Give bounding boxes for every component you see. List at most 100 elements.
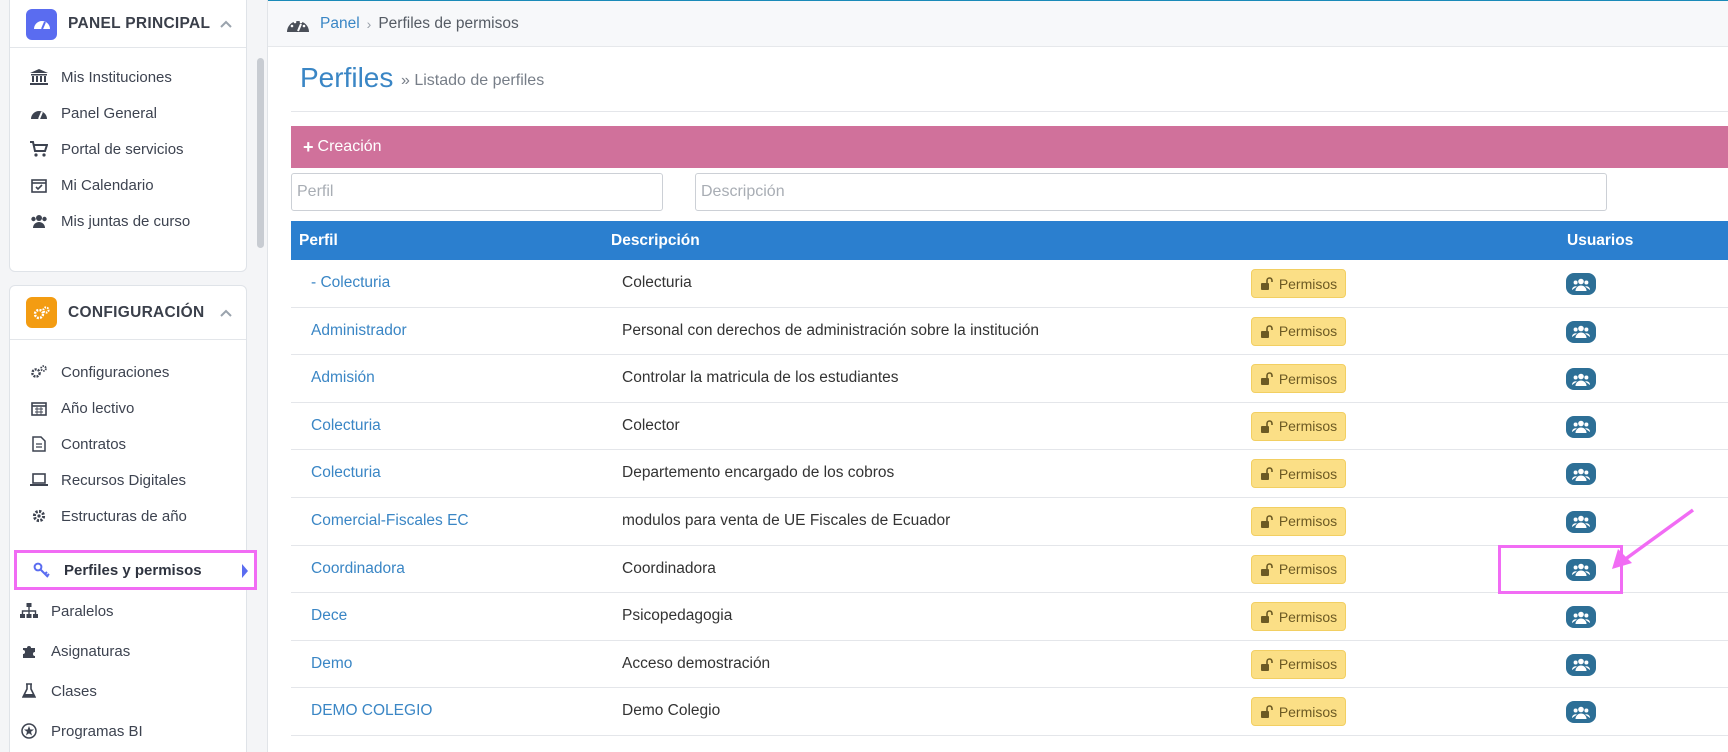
permisos-button[interactable]: Permisos (1251, 554, 1346, 584)
breadcrumb-home-link[interactable]: Panel (320, 15, 360, 33)
sidebar-item-label: Programas BI (51, 722, 143, 740)
sidebar-item-label: Mis juntas de curso (61, 212, 191, 230)
permisos-button[interactable]: Permisos (1251, 411, 1346, 441)
usuarios-button[interactable] (1566, 463, 1596, 486)
sidebar-item-portal-servicios[interactable]: Portal de servicios (28, 129, 184, 169)
permisos-button[interactable]: Permisos (1251, 649, 1346, 679)
sidebar-item-paralelos[interactable]: Paralelos (18, 591, 114, 631)
perfil-link[interactable]: Dece (311, 607, 347, 625)
perfil-link[interactable]: Comercial-Fiscales EC (311, 512, 469, 530)
sidebar-item-asignaturas[interactable]: Asignaturas (18, 631, 130, 671)
panel-principal-title: PANEL PRINCIPAL (68, 15, 211, 32)
sidebar-item-recursos-digitales[interactable]: Recursos Digitales (28, 460, 186, 500)
sidebar-item-panel-general[interactable]: Panel General (28, 93, 157, 133)
panel-principal-header[interactable]: PANEL PRINCIPAL (10, 1, 246, 48)
sidebar-item-contratos[interactable]: Contratos (28, 424, 126, 464)
dashboard-icon (28, 104, 50, 122)
permisos-button[interactable]: Permisos (1251, 459, 1346, 489)
table-header: Perfil Descripción Usuarios (291, 221, 1728, 260)
page-title: Perfiles (300, 62, 394, 93)
perfil-input[interactable] (291, 173, 663, 211)
users-icon (1572, 611, 1590, 624)
permisos-label: Permisos (1278, 656, 1338, 673)
sidebar-item-label: Perfiles y permisos (64, 561, 202, 579)
gear-icon (28, 507, 50, 525)
usuarios-button[interactable] (1566, 415, 1596, 438)
gears-badge-icon (26, 297, 57, 328)
users-icon (1572, 325, 1590, 339)
usuarios-button[interactable] (1566, 320, 1596, 343)
flask-icon (18, 682, 40, 700)
permisos-button[interactable]: Permisos (1251, 697, 1346, 727)
usuarios-button[interactable] (1566, 558, 1596, 581)
users-icon (1572, 658, 1590, 672)
sidebar-item-label: Año lectivo (61, 399, 135, 417)
perfil-link[interactable]: Admisión (311, 369, 375, 387)
configuracion-header[interactable]: CONFIGURACIÓN (10, 286, 246, 340)
perfil-link[interactable]: Administrador (311, 322, 407, 340)
perfil-link[interactable]: - Colecturia (311, 274, 390, 292)
permisos-button[interactable]: Permisos (1251, 364, 1346, 394)
sidebar-item-clases[interactable]: Clases (18, 671, 97, 711)
descripcion-input[interactable] (695, 173, 1607, 211)
main-content: Panel › Perfiles de permisos Perfiles » … (268, 0, 1728, 752)
sidebar-item-programas-bi[interactable]: Programas BI (18, 711, 143, 751)
sidebar-item-configuraciones[interactable]: Configuraciones (28, 352, 169, 392)
unlock-icon (1260, 562, 1273, 576)
breadcrumb-separator: › (366, 15, 372, 32)
permisos-button[interactable]: Permisos (1251, 316, 1346, 346)
unlock-icon (1260, 372, 1273, 386)
users-icon (1572, 468, 1590, 481)
title-divider (291, 111, 1728, 112)
institution-icon (28, 68, 50, 86)
table-row: Admisión Controlar la matricula de los es… (291, 355, 1728, 403)
chevron-up-icon[interactable] (218, 16, 234, 32)
usuarios-button[interactable] (1566, 273, 1596, 295)
permisos-button[interactable]: Permisos (1251, 506, 1346, 536)
unlock-icon (1260, 420, 1273, 433)
unlock-icon (1260, 705, 1273, 719)
perfil-link[interactable]: Colecturia (311, 417, 381, 435)
gears-icon (28, 363, 50, 381)
plus-icon: + (303, 136, 314, 157)
perfil-link[interactable]: Demo (311, 655, 352, 673)
sidebar-item-label: Contratos (61, 435, 127, 453)
descripcion-cell: Demo Colegio (622, 702, 721, 720)
sidebar-item-estructuras-ano[interactable]: Estructuras de año (28, 496, 187, 536)
perfil-link[interactable]: Colecturia (311, 464, 381, 482)
permisos-button[interactable]: Permisos (1251, 269, 1346, 298)
sidebar-item-label: Panel General (61, 104, 157, 122)
perfil-link[interactable]: Coordinadora (311, 560, 405, 578)
users-icon (1572, 516, 1590, 529)
usuarios-button[interactable] (1566, 701, 1596, 724)
sidebar-item-mis-instituciones[interactable]: Mis Instituciones (28, 57, 172, 97)
table-row: Demo Acceso demostración Permisos (291, 641, 1728, 689)
sidebar-item-ano-lectivo[interactable]: Año lectivo (28, 388, 134, 428)
sidebar-item-mi-calendario[interactable]: Mi Calendario (28, 165, 154, 205)
permisos-button[interactable]: Permisos (1251, 602, 1346, 632)
descripcion-cell: Controlar la matricula de los estudiante… (622, 369, 899, 387)
chevron-up-icon[interactable] (218, 305, 234, 321)
sidebar-item-mis-juntas[interactable]: Mis juntas de curso (28, 201, 190, 241)
perfil-link[interactable]: DEMO COLEGIO (311, 702, 432, 720)
dashboard-badge-icon (26, 8, 57, 40)
header-usuarios: Usuarios (1567, 232, 1634, 249)
permisos-label: Permisos (1278, 275, 1338, 292)
page-subtitle: » Listado de perfiles (401, 72, 545, 89)
usuarios-button[interactable] (1566, 368, 1596, 391)
permisos-label: Permisos (1278, 513, 1338, 530)
sidebar-scrollbar[interactable] (257, 58, 264, 248)
sidebar-item-perfiles-permisos[interactable]: Perfiles y permisos (14, 550, 257, 590)
cart-icon (28, 140, 50, 158)
sidebar-item-label: Asignaturas (51, 642, 131, 660)
configuracion-title: CONFIGURACIÓN (68, 303, 205, 321)
creation-toggle-button[interactable]: + Creación (291, 126, 1728, 168)
sidebar-item-label: Clases (51, 682, 97, 700)
profiles-table-body: - Colecturia Colecturia Permisos Administra… (291, 260, 1728, 736)
sidebar-item-label: Paralelos (51, 602, 114, 620)
usuarios-button[interactable] (1566, 606, 1596, 629)
usuarios-button[interactable] (1566, 653, 1596, 676)
descripcion-cell: Departemento encargado de los cobros (622, 464, 895, 482)
sidebar-item-label: Recursos Digitales (61, 471, 187, 489)
usuarios-button[interactable] (1566, 510, 1596, 533)
